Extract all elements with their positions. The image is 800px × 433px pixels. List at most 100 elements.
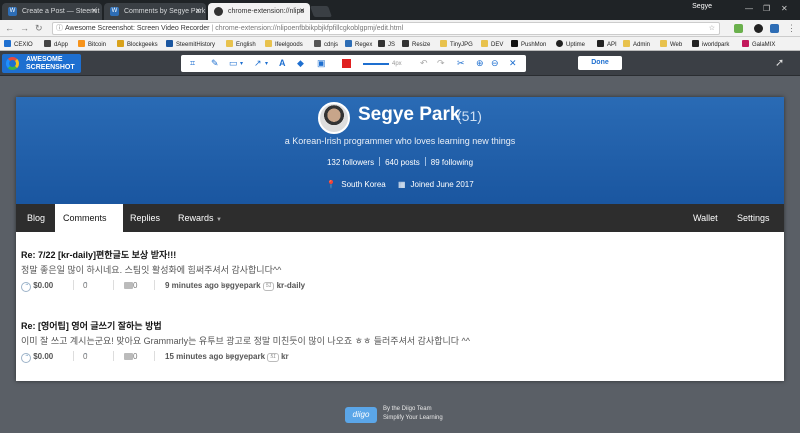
avatar [318,102,350,134]
rectangle-icon[interactable]: ▭ [229,58,238,69]
votes-count[interactable]: 0 [83,349,87,365]
bookmark-item[interactable]: Resize [402,40,430,48]
line-width-slider[interactable] [363,63,389,65]
close-tab-icon[interactable]: ✕ [91,3,97,20]
bookmarks-bar: CEXIO dApp Bitcoin Blockgeeks SteemitHis… [0,37,800,51]
zoom-in-icon[interactable]: ⊕ [476,58,484,69]
followers-count[interactable]: 132 followers [322,158,379,167]
page-info-icon: ⓘ [56,25,63,32]
bookmark-item[interactable]: Bitcoin [78,40,106,48]
bookmark-item[interactable]: Regex [345,40,372,48]
profile-name: Segye Park [358,104,461,125]
following-count[interactable]: 89 following [426,158,478,167]
bookmark-item[interactable]: Admin [623,40,650,48]
line-width-label: 4px [392,61,402,67]
extension-icon[interactable] [734,24,743,33]
in-label: in [281,352,288,361]
steemit-favicon-icon: W [110,7,119,16]
comment-title[interactable]: Re: 7/22 [kr-daily]편한글도 보상 받자!!! [21,248,781,262]
bookmark-item[interactable]: iworldpark [692,40,729,48]
color-swatch[interactable] [342,59,351,68]
maximize-icon[interactable]: ❐ [763,4,770,13]
new-tab-button[interactable] [309,6,333,17]
comments-count[interactable]: 0 [133,349,137,365]
chevron-down-icon: ▼ [216,217,222,223]
in-label: in [276,281,283,290]
back-icon[interactable]: ← [5,23,14,33]
tab-rewards[interactable]: Rewards ▼ [170,204,230,232]
comment-footer: ⌃ $0.00 ⌃ 0 0 15 minutes ago by segyepar… [21,349,781,365]
minimize-icon[interactable]: — [745,4,753,13]
upvote-icon[interactable]: ⌃ [21,353,31,363]
zoom-out-icon[interactable]: ⊖ [491,58,499,69]
bookmark-item[interactable]: API [597,40,617,48]
upvote-icon[interactable]: ⌃ [21,282,31,292]
logo-ring-icon [6,57,19,70]
bookmark-item[interactable]: TinyJPG [440,40,473,48]
bookmark-item[interactable]: dApp [44,40,68,48]
diigo-logo[interactable]: diigo [345,407,377,423]
bookmark-item[interactable]: DEV [481,40,503,48]
blur-icon[interactable]: ◆ [297,58,304,69]
votes-count[interactable]: 0 [83,278,87,294]
payout-value[interactable]: $0.00 [33,352,53,361]
chevron-down-icon[interactable]: ▾ [265,59,268,70]
text-icon[interactable]: A [279,58,286,69]
rocket-icon[interactable]: ➚ [775,56,784,69]
payout-value[interactable]: $0.00 [33,281,53,290]
comments-count[interactable]: 0 [133,278,137,294]
chevron-down-icon[interactable]: ▾ [240,59,243,70]
forward-icon[interactable]: → [20,23,29,33]
bookmark-item[interactable]: Ifeelgoods [265,40,303,48]
tab-title: chrome-extension://nlipo [228,8,305,15]
menu-icon[interactable]: ⋮ [787,23,796,34]
arrow-icon[interactable]: ↗ [254,58,262,69]
close-window-icon[interactable]: ✕ [781,4,788,13]
tab-wallet[interactable]: Wallet [685,204,726,232]
bookmark-item[interactable]: Web [660,40,682,48]
extension-icon[interactable] [770,24,779,33]
bookmark-item[interactable]: Uptime [556,40,585,48]
bookmark-item[interactable]: Blockgeeks [117,40,158,48]
bookmark-item[interactable]: PushMon [511,40,546,48]
bookmark-item[interactable]: SteemitHistory [166,40,215,48]
bookmark-item[interactable]: cdnjs [314,40,338,48]
pen-icon[interactable]: ✎ [211,58,219,69]
close-tab-icon[interactable]: ✕ [299,3,305,20]
cut-icon[interactable]: ✂ [457,58,465,69]
tab-blog[interactable]: Blog [19,204,53,232]
posts-count[interactable]: 640 posts [380,158,425,167]
by-label: by [221,281,230,290]
profile-meta: 📍 South Korea ▦ Joined June 2017 [16,180,784,189]
tab-replies[interactable]: Replies [122,204,168,232]
tab-extension[interactable]: chrome-extension://nlipo ✕ [208,3,310,20]
tab-create-post[interactable]: W Create a Post — Steemit ✕ [2,3,102,20]
redo-icon[interactable]: ↷ [437,58,445,69]
location-pin-icon: 📍 [326,180,337,189]
reload-icon[interactable]: ↻ [35,23,43,34]
steemit-favicon-icon: W [8,7,17,16]
profile-name[interactable]: Segye [692,3,712,10]
browser-tab-strip: W Create a Post — Steemit ✕ W Comments by S… [0,0,800,20]
extension-icon[interactable] [754,24,763,33]
comment-title[interactable]: Re: [영어팁] 영어 글쓰기 잘하는 방법 [21,319,781,333]
undo-icon[interactable]: ↶ [420,58,428,69]
tab-comments[interactable]: Comments [55,204,123,232]
comment-body[interactable]: 이미 잘 쓰고 계시는군요! 맞아요 Grammarly는 유투브 광고로 정말… [21,333,781,349]
timestamp[interactable]: 9 minutes ago [165,281,219,290]
tab-settings[interactable]: Settings [729,204,778,232]
comment-body[interactable]: 정말 좋은일 많이 하시네요. 스팀잇 활성화에 힘써주셔서 감사합니다^^ [21,262,781,278]
close-tab-icon[interactable]: ✕ [195,3,201,20]
bookmark-item[interactable]: GalaMIX [742,40,775,48]
delete-icon[interactable]: ✕ [509,58,517,69]
bookmark-item[interactable]: JS [378,40,395,48]
bookmark-item[interactable]: CEXIO [4,40,33,48]
done-button[interactable]: Done [578,56,622,70]
bookmark-item[interactable]: English [226,40,256,48]
bookmark-star-icon[interactable]: ☆ [709,23,715,34]
timestamp[interactable]: 15 minutes ago [165,352,223,361]
tab-comments[interactable]: W Comments by Segye Park ✕ [104,3,206,20]
url-input[interactable]: ⓘ Awesome Screenshot: Screen Video Recor… [52,22,720,35]
crop-icon[interactable]: ⌗ [190,58,195,69]
paint-bucket-icon[interactable]: ▣ [317,58,326,69]
